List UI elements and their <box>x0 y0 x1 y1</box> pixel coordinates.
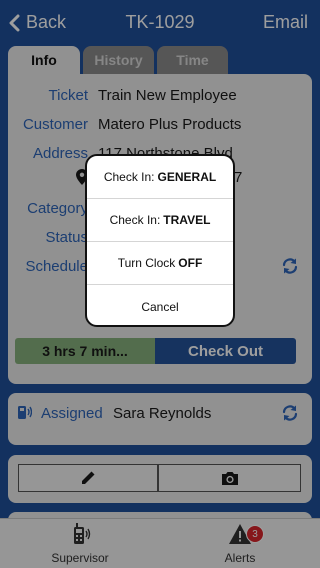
option-emphasis: OFF <box>178 256 203 270</box>
check-in-travel-option[interactable]: Check In: TRAVEL <box>87 199 233 242</box>
option-prefix: Check In: <box>103 170 155 184</box>
option-prefix: Cancel <box>141 299 179 314</box>
option-prefix: Turn Clock <box>117 256 176 270</box>
check-in-menu: Check In: GENERAL Check In: TRAVEL Turn Cl… <box>85 154 235 327</box>
option-emphasis: GENERAL <box>157 170 217 184</box>
option-prefix: Check In: <box>109 213 161 227</box>
option-emphasis: TRAVEL <box>163 213 211 227</box>
check-in-general-option[interactable]: Check In: GENERAL <box>87 156 233 199</box>
turn-clock-off-option[interactable]: Turn Clock OFF <box>87 242 233 285</box>
cancel-option[interactable]: Cancel <box>87 285 233 325</box>
